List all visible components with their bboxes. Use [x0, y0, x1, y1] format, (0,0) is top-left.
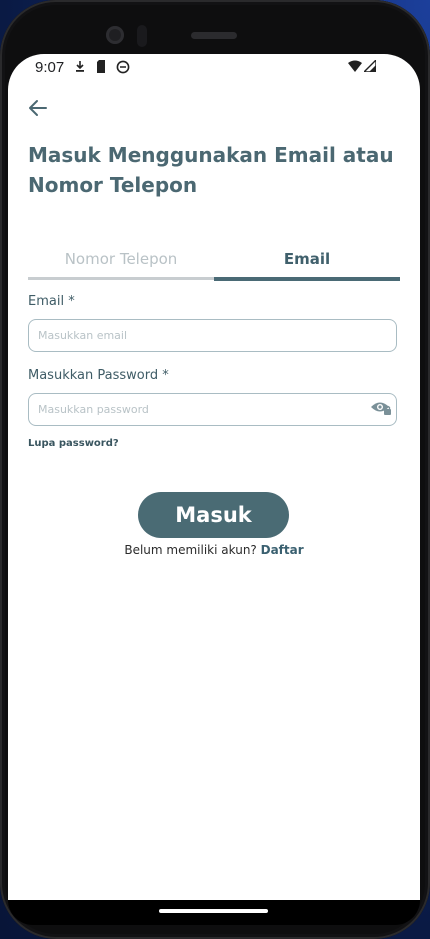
status-bar: 9:07 [8, 54, 420, 82]
forgot-password-link[interactable]: Lupa password? [28, 438, 119, 449]
signal-icon [362, 58, 377, 76]
navigation-bar [8, 900, 420, 925]
signup-link[interactable]: Daftar [261, 543, 304, 557]
signup-prompt-row: Belum memiliki akun? Daftar [8, 543, 420, 557]
login-button[interactable]: Masuk [138, 492, 289, 538]
tab-phone[interactable]: Nomor Telepon [28, 242, 214, 278]
app-screen: 9:07 Masuk Menggunakan Email atau Nomor … [8, 54, 420, 900]
home-indicator[interactable] [159, 909, 268, 913]
download-icon [75, 60, 85, 77]
email-field[interactable] [28, 319, 397, 352]
sensor-icon [137, 25, 147, 47]
status-time: 9:07 [35, 59, 65, 76]
wifi-icon [348, 60, 362, 76]
sim-card-icon [96, 60, 106, 77]
phone-frame: 9:07 Masuk Menggunakan Email atau Nomor … [0, 0, 430, 939]
password-field[interactable] [28, 393, 397, 426]
signup-prompt-text: Belum memiliki akun? [124, 543, 261, 557]
arrow-left-icon [29, 100, 47, 116]
tab-underline-inactive [28, 277, 214, 280]
camera-icon [106, 26, 124, 44]
toggle-password-visibility-button[interactable] [370, 399, 392, 417]
tab-email[interactable]: Email [214, 242, 400, 278]
eye-icon [371, 402, 391, 415]
back-button[interactable] [26, 96, 50, 120]
login-method-tabs: Nomor Telepon Email [28, 242, 400, 282]
email-label: Email * [28, 294, 75, 309]
password-label: Masukkan Password * [28, 368, 169, 383]
tab-underline-active [214, 277, 400, 281]
speaker-grille [191, 32, 237, 39]
page-title: Masuk Menggunakan Email atau Nomor Telep… [28, 143, 394, 197]
circle-app-icon [116, 60, 130, 78]
